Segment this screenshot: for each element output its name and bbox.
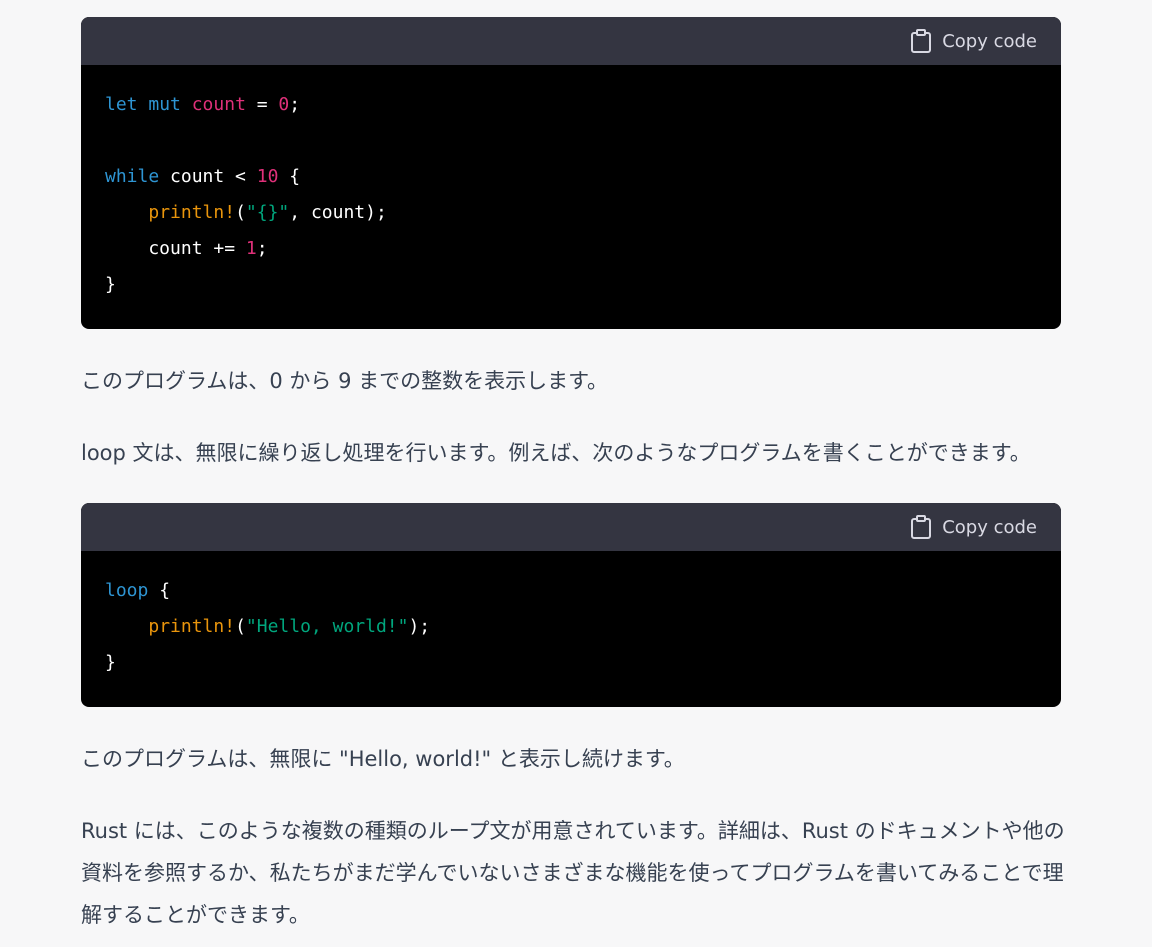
code-line: loop {: [105, 573, 1037, 609]
code-block-header: Copy code: [81, 503, 1061, 551]
code-token: count: [191, 94, 246, 115]
code-token: println!: [148, 202, 236, 223]
code-line: while count < 10 {: [105, 159, 1037, 195]
code-token: "Hello, world!": [245, 616, 409, 637]
code-line: count += 1;: [105, 231, 1037, 267]
paragraph-while-result: このプログラムは、0 から 9 までの整数を表示します。: [81, 369, 609, 393]
code-line: }: [105, 267, 1037, 303]
code-line: println!("{}", count);: [105, 195, 1037, 231]
code-token: "{}": [245, 202, 290, 223]
code-content: loop { println!("Hello, world!");}: [81, 551, 1061, 707]
copy-code-label: Copy code: [942, 30, 1037, 52]
copy-code-button[interactable]: Copy code: [910, 29, 1037, 53]
code-token: }: [105, 274, 116, 295]
code-token: let: [105, 94, 138, 115]
code-token: 1: [245, 238, 257, 259]
code-token: }: [105, 652, 116, 673]
paragraph-loop-result: このプログラムは、無限に "Hello, world!" と表示し続けます。: [81, 747, 685, 771]
code-token: ;: [256, 238, 268, 259]
code-token: (: [235, 616, 246, 637]
code-token: 10: [256, 166, 279, 187]
code-token: mut: [148, 94, 181, 115]
code-token: loop: [105, 580, 149, 601]
code-token: println!: [148, 616, 236, 637]
clipboard-icon: [911, 515, 932, 539]
code-token: while: [105, 166, 160, 187]
code-line: println!("Hello, world!");: [105, 609, 1037, 645]
clipboard-icon: [911, 29, 932, 53]
code-token: {: [148, 580, 171, 601]
code-token: ;: [289, 94, 301, 115]
paragraph-loop-intro: loop 文は、無限に繰り返し処理を行います。例えば、次のようなプログラムを書く…: [81, 441, 1031, 465]
code-content: let mut count = 0; while count < 10 { pri…: [81, 65, 1061, 329]
code-block-loop: Copy code loop { println!("Hello, world!…: [81, 503, 1061, 707]
code-token: 0: [278, 94, 290, 115]
code-token: (: [235, 202, 246, 223]
paragraph-summary: Rust には、このような複数の種類のループ文が用意されています。詳細は、Rus…: [81, 819, 1065, 927]
code-line: let mut count = 0;: [105, 87, 1037, 123]
code-token: , count);: [289, 202, 387, 223]
code-token: {: [278, 166, 301, 187]
code-token: count <: [159, 166, 257, 187]
code-line: }: [105, 645, 1037, 681]
code-block-header: Copy code: [81, 17, 1061, 65]
copy-code-button[interactable]: Copy code: [910, 515, 1037, 539]
code-block-while: Copy code let mut count = 0; while count …: [81, 17, 1061, 329]
code-token: );: [408, 616, 431, 637]
copy-code-label: Copy code: [942, 516, 1037, 538]
code-token: =: [245, 94, 279, 115]
code-token: count +=: [105, 238, 246, 259]
